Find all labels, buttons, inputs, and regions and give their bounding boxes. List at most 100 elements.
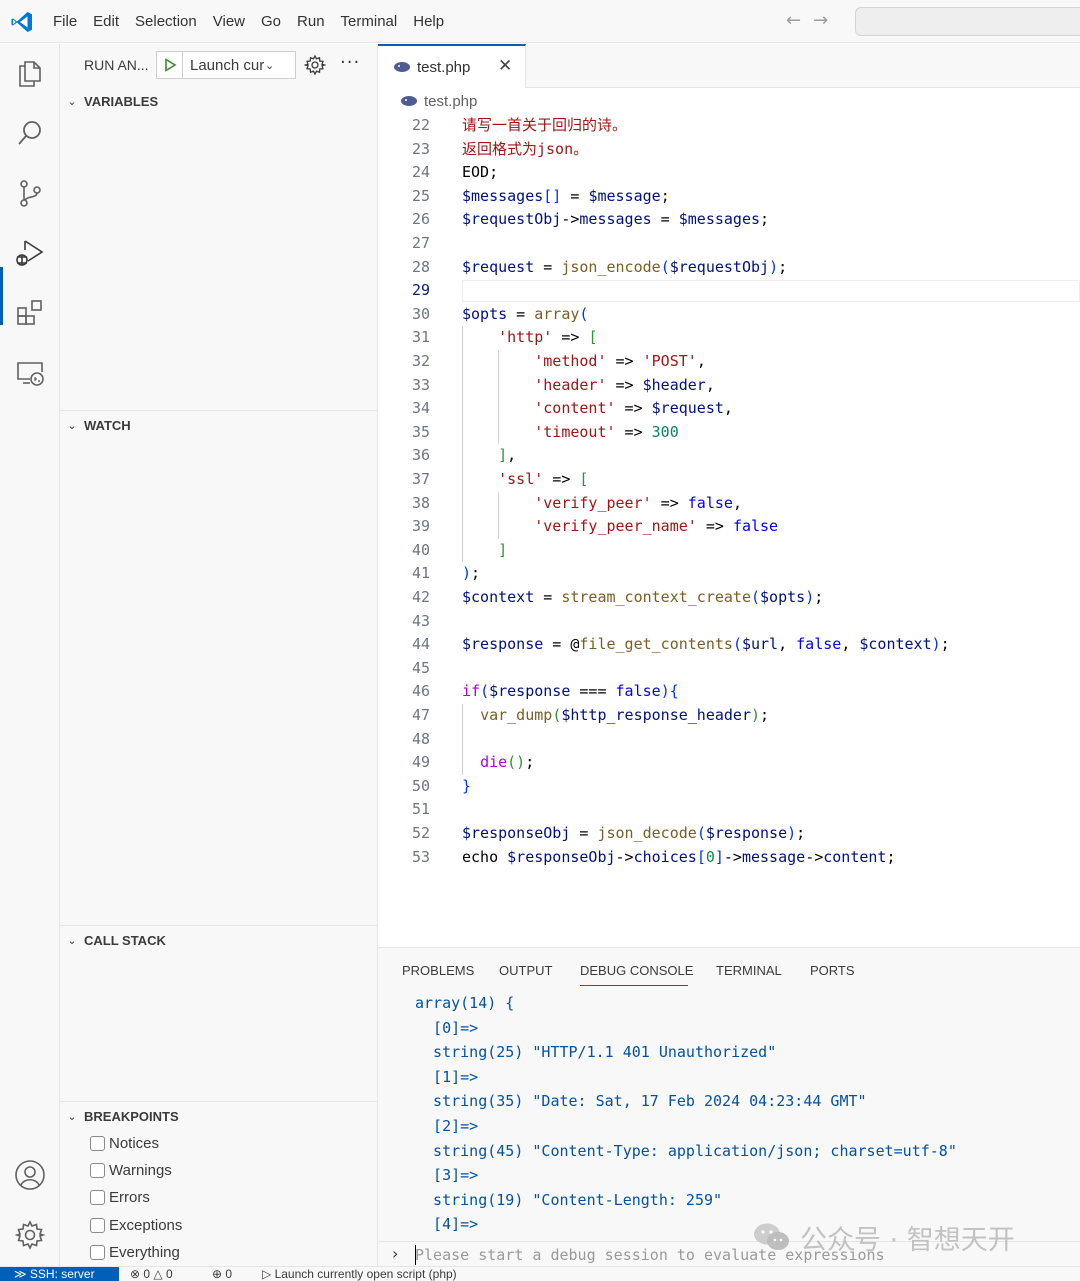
variables-section-header[interactable]: ⌄ VARIABLES bbox=[60, 90, 378, 112]
remote-indicator[interactable]: ≫ SSH: server bbox=[0, 1267, 119, 1281]
watch-section-header[interactable]: ⌄ WATCH bbox=[60, 414, 378, 436]
code-line[interactable]: 52 $responseObj = json_decode($response); bbox=[378, 822, 1080, 846]
tab-terminal[interactable]: TERMINAL bbox=[716, 963, 782, 978]
code-line[interactable]: 36 ], bbox=[378, 444, 1080, 468]
tab-debug-console[interactable]: DEBUG CONSOLE bbox=[580, 963, 693, 978]
code-line[interactable]: 43 bbox=[378, 610, 1080, 634]
line-number[interactable]: 39 bbox=[378, 515, 430, 539]
vscode-logo-icon[interactable] bbox=[10, 10, 34, 34]
line-number[interactable]: 22 bbox=[378, 114, 430, 138]
line-number[interactable]: 48 bbox=[378, 728, 430, 752]
tab-problems[interactable]: PROBLEMS bbox=[402, 963, 474, 978]
forward-arrow-icon[interactable]: → bbox=[813, 10, 828, 31]
code-line[interactable]: 31 'http' => [ bbox=[378, 326, 1080, 350]
checkbox[interactable] bbox=[90, 1217, 105, 1233]
code-line[interactable]: 29 bbox=[378, 279, 1080, 303]
tab-output[interactable]: OUTPUT bbox=[499, 963, 552, 978]
remote-explorer-icon[interactable] bbox=[13, 356, 47, 390]
code-line[interactable]: 46 if($response === false){ bbox=[378, 680, 1080, 704]
line-number[interactable]: 27 bbox=[378, 232, 430, 256]
code-line[interactable]: 45 bbox=[378, 657, 1080, 681]
line-number[interactable]: 34 bbox=[378, 397, 430, 421]
code-line[interactable]: 37 'ssl' => [ bbox=[378, 468, 1080, 492]
line-number[interactable]: 45 bbox=[378, 657, 430, 681]
menu-help[interactable]: Help bbox=[405, 0, 452, 43]
breakpoints-section-header[interactable]: ⌄ BREAKPOINTS bbox=[60, 1105, 378, 1127]
code-line[interactable]: 34 'content' => $request, bbox=[378, 397, 1080, 421]
line-number[interactable]: 30 bbox=[378, 303, 430, 327]
menu-selection[interactable]: Selection bbox=[127, 0, 205, 43]
checkbox[interactable] bbox=[90, 1162, 105, 1178]
settings-gear-icon[interactable] bbox=[13, 1218, 47, 1252]
code-line[interactable]: 23 返回格式为json。 bbox=[378, 138, 1080, 162]
launch-config-select[interactable]: Launch currently open script ⌄ bbox=[156, 51, 296, 79]
code-line[interactable]: 25 $messages[] = $message; bbox=[378, 185, 1080, 209]
code-line[interactable]: 47 var_dump($http_response_header); bbox=[378, 704, 1080, 728]
call-stack-section-header[interactable]: ⌄ CALL STACK bbox=[60, 929, 378, 951]
code-line[interactable]: 42 $context = stream_context_create($opts… bbox=[378, 586, 1080, 610]
line-number[interactable]: 24 bbox=[378, 161, 430, 185]
code-line[interactable]: 49 die(); bbox=[378, 751, 1080, 775]
breakpoint-notices[interactable]: Notices bbox=[90, 1131, 159, 1155]
menu-terminal[interactable]: Terminal bbox=[333, 0, 406, 43]
line-number[interactable]: 29 bbox=[378, 279, 430, 303]
line-number[interactable]: 46 bbox=[378, 680, 430, 704]
search-icon[interactable] bbox=[13, 116, 47, 150]
line-number[interactable]: 32 bbox=[378, 350, 430, 374]
code-line[interactable]: 44 $response = @file_get_contents($url, f… bbox=[378, 633, 1080, 657]
line-number[interactable]: 44 bbox=[378, 633, 430, 657]
line-number[interactable]: 36 bbox=[378, 444, 430, 468]
code-line[interactable]: 24 EOD; bbox=[378, 161, 1080, 185]
checkbox[interactable] bbox=[90, 1135, 105, 1151]
code-line[interactable]: 26 $requestObj->messages = $messages; bbox=[378, 208, 1080, 232]
open-launch-json-gear-icon[interactable] bbox=[304, 54, 326, 76]
code-line[interactable]: 53 echo $responseObj->choices[0]->message… bbox=[378, 846, 1080, 870]
menu-go[interactable]: Go bbox=[253, 0, 289, 43]
close-icon[interactable]: ✕ bbox=[498, 56, 512, 76]
line-number[interactable]: 37 bbox=[378, 468, 430, 492]
line-number[interactable]: 47 bbox=[378, 704, 430, 728]
line-number[interactable]: 31 bbox=[378, 326, 430, 350]
menu-view[interactable]: View bbox=[205, 0, 253, 43]
breakpoint-warnings[interactable]: Warnings bbox=[90, 1158, 172, 1182]
line-number[interactable]: 40 bbox=[378, 539, 430, 563]
accounts-icon[interactable] bbox=[13, 1158, 47, 1192]
breadcrumb-file[interactable]: test.php bbox=[424, 93, 477, 110]
start-debugging-button[interactable] bbox=[157, 52, 183, 78]
code-line[interactable]: 22 请写一首关于回归的诗。 bbox=[378, 114, 1080, 138]
problems-indicator[interactable]: ⊗ 0 △ 0 bbox=[130, 1267, 173, 1281]
line-number[interactable]: 35 bbox=[378, 421, 430, 445]
command-center-search[interactable] bbox=[855, 7, 1080, 36]
code-line[interactable]: 28 $request = json_encode($requestObj); bbox=[378, 256, 1080, 280]
line-number[interactable]: 53 bbox=[378, 846, 430, 870]
line-number[interactable]: 49 bbox=[378, 751, 430, 775]
more-actions-icon[interactable]: ··· bbox=[340, 52, 360, 73]
line-number[interactable]: 33 bbox=[378, 374, 430, 398]
code-line[interactable]: 35 'timeout' => 300 bbox=[378, 421, 1080, 445]
code-line[interactable]: 27 bbox=[378, 232, 1080, 256]
line-number[interactable]: 41 bbox=[378, 562, 430, 586]
checkbox[interactable] bbox=[90, 1189, 105, 1205]
run-debug-icon[interactable] bbox=[13, 236, 47, 270]
code-line[interactable]: 48 bbox=[378, 728, 1080, 752]
checkbox[interactable] bbox=[90, 1244, 105, 1260]
code-line[interactable]: 38 'verify_peer' => false, bbox=[378, 492, 1080, 516]
line-number[interactable]: 50 bbox=[378, 775, 430, 799]
line-number[interactable]: 28 bbox=[378, 256, 430, 280]
tab-ports[interactable]: PORTS bbox=[810, 963, 855, 978]
breakpoint-everything[interactable]: Everything bbox=[90, 1240, 180, 1264]
menu-edit[interactable]: Edit bbox=[85, 0, 127, 43]
code-line[interactable]: 32 'method' => 'POST', bbox=[378, 350, 1080, 374]
line-number[interactable]: 26 bbox=[378, 208, 430, 232]
code-line[interactable]: 50} bbox=[378, 775, 1080, 799]
line-number[interactable]: 25 bbox=[378, 185, 430, 209]
code-line[interactable]: 51 bbox=[378, 798, 1080, 822]
launch-status[interactable]: ▷ Launch currently open script (php) bbox=[262, 1267, 457, 1281]
code-line[interactable]: 40 ] bbox=[378, 539, 1080, 563]
extensions-icon[interactable] bbox=[13, 296, 47, 330]
menu-run[interactable]: Run bbox=[289, 0, 333, 43]
code-line[interactable]: 41); bbox=[378, 562, 1080, 586]
tab-test-php[interactable]: test.php ✕ bbox=[378, 44, 526, 88]
code-editor[interactable]: 22 请写一首关于回归的诗。 23 返回格式为json。 24 EOD; 25 $messag… bbox=[378, 114, 1080, 947]
breakpoint-exceptions[interactable]: Exceptions bbox=[90, 1213, 182, 1237]
